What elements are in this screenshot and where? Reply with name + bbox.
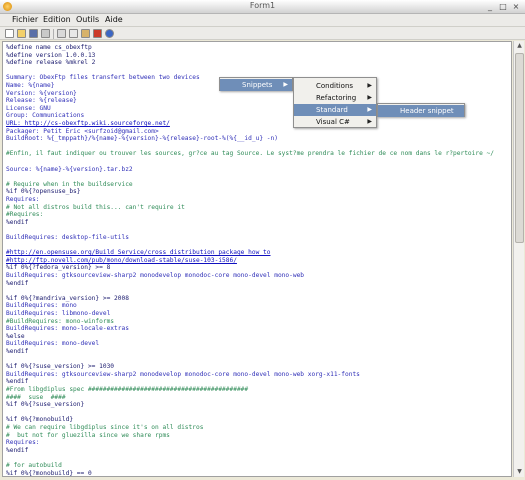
toolbar-separator xyxy=(53,29,54,39)
code-line: %endif xyxy=(6,279,29,287)
menu-item-conditions[interactable]: Conditions ▶ xyxy=(294,80,376,92)
open-folder-icon[interactable] xyxy=(17,29,26,38)
submenu-arrow-icon: ▶ xyxy=(367,118,372,125)
context-menu-level3: Header snippet xyxy=(377,103,465,117)
delete-icon[interactable] xyxy=(93,29,102,38)
title-bar[interactable]: Form1 _ □ × xyxy=(0,0,525,14)
code-line: %define release %mkrel 2 xyxy=(6,59,96,67)
menu-aide[interactable]: Aide xyxy=(105,15,123,24)
copy-icon[interactable] xyxy=(69,29,78,38)
code-line: BuildRequires: desktop-file-utils xyxy=(6,234,129,241)
submenu-arrow-icon: ▶ xyxy=(367,106,372,113)
close-button[interactable]: × xyxy=(510,1,522,12)
menu-item-label: Header snippet xyxy=(400,107,454,115)
maximize-button[interactable]: □ xyxy=(497,1,509,12)
menu-item-snippets[interactable]: Snippets ▶ xyxy=(220,79,292,91)
code-line: Source: %{name}-%{version}.tar.bz2 xyxy=(6,165,133,173)
save-icon[interactable] xyxy=(29,29,38,38)
scrollbar-thumb[interactable] xyxy=(515,53,524,243)
cut-icon[interactable] xyxy=(57,29,66,38)
menu-item-label: Refactoring xyxy=(316,94,357,102)
print-icon[interactable] xyxy=(41,29,50,38)
toolbar xyxy=(0,27,525,40)
context-menu-level1: Snippets ▶ xyxy=(219,77,293,91)
app-window: Form1 _ □ × Fichier Edition Outils Aide … xyxy=(0,0,525,480)
menu-item-label: Conditions xyxy=(316,82,354,90)
menu-fichier[interactable]: Fichier xyxy=(12,15,38,24)
code-line: %endif xyxy=(6,446,29,454)
code-line: %endif xyxy=(6,218,29,226)
menu-edition[interactable]: Edition xyxy=(43,15,71,24)
help-icon[interactable] xyxy=(105,29,114,38)
menu-bar: Fichier Edition Outils Aide xyxy=(0,14,525,27)
code-line: BuildRequires: gtksourceview-sharp2 mono… xyxy=(6,272,305,279)
new-file-icon[interactable] xyxy=(5,29,14,38)
vertical-scrollbar[interactable]: ▲ ▼ xyxy=(513,41,524,477)
menu-outils[interactable]: Outils xyxy=(76,15,99,24)
menu-item-visual-csharp[interactable]: Visual C# ▶ xyxy=(294,116,376,128)
window-controls: _ □ × xyxy=(484,1,522,12)
submenu-arrow-icon: ▶ xyxy=(283,81,288,88)
code-line: %endif xyxy=(6,348,29,355)
paste-icon[interactable] xyxy=(81,29,90,38)
code-line: %if 0%{?suse_version} xyxy=(6,401,85,409)
code-line: %if 0%{?monobuild} == 0 xyxy=(6,469,92,477)
scroll-up-arrow-icon[interactable]: ▲ xyxy=(514,41,525,51)
window-title: Form1 xyxy=(249,1,276,10)
menu-item-label: Snippets xyxy=(242,81,273,89)
submenu-arrow-icon: ▶ xyxy=(367,94,372,101)
menu-item-refactoring[interactable]: Refactoring ▶ xyxy=(294,92,376,104)
menu-item-standard[interactable]: Standard ▶ xyxy=(294,104,376,116)
menu-item-header-snippet[interactable]: Header snippet xyxy=(378,105,464,117)
code-line: BuildRoot: %{_tmppath}/%{name}-%{version… xyxy=(6,135,278,143)
code-line: BuildRequires: gtksourceview-sharp2 mono… xyxy=(6,370,360,378)
submenu-arrow-icon: ▶ xyxy=(367,82,372,89)
context-menu-level2: Conditions ▶ Refactoring ▶ Standard ▶ Vi… xyxy=(293,77,377,128)
menu-item-label: Visual C# xyxy=(316,118,350,126)
minimize-button[interactable]: _ xyxy=(484,1,496,12)
menu-item-label: Standard xyxy=(316,106,348,114)
code-line: #Enfin, il faut indiquer ou trouver les … xyxy=(6,150,494,158)
scroll-down-arrow-icon[interactable]: ▼ xyxy=(514,467,525,477)
